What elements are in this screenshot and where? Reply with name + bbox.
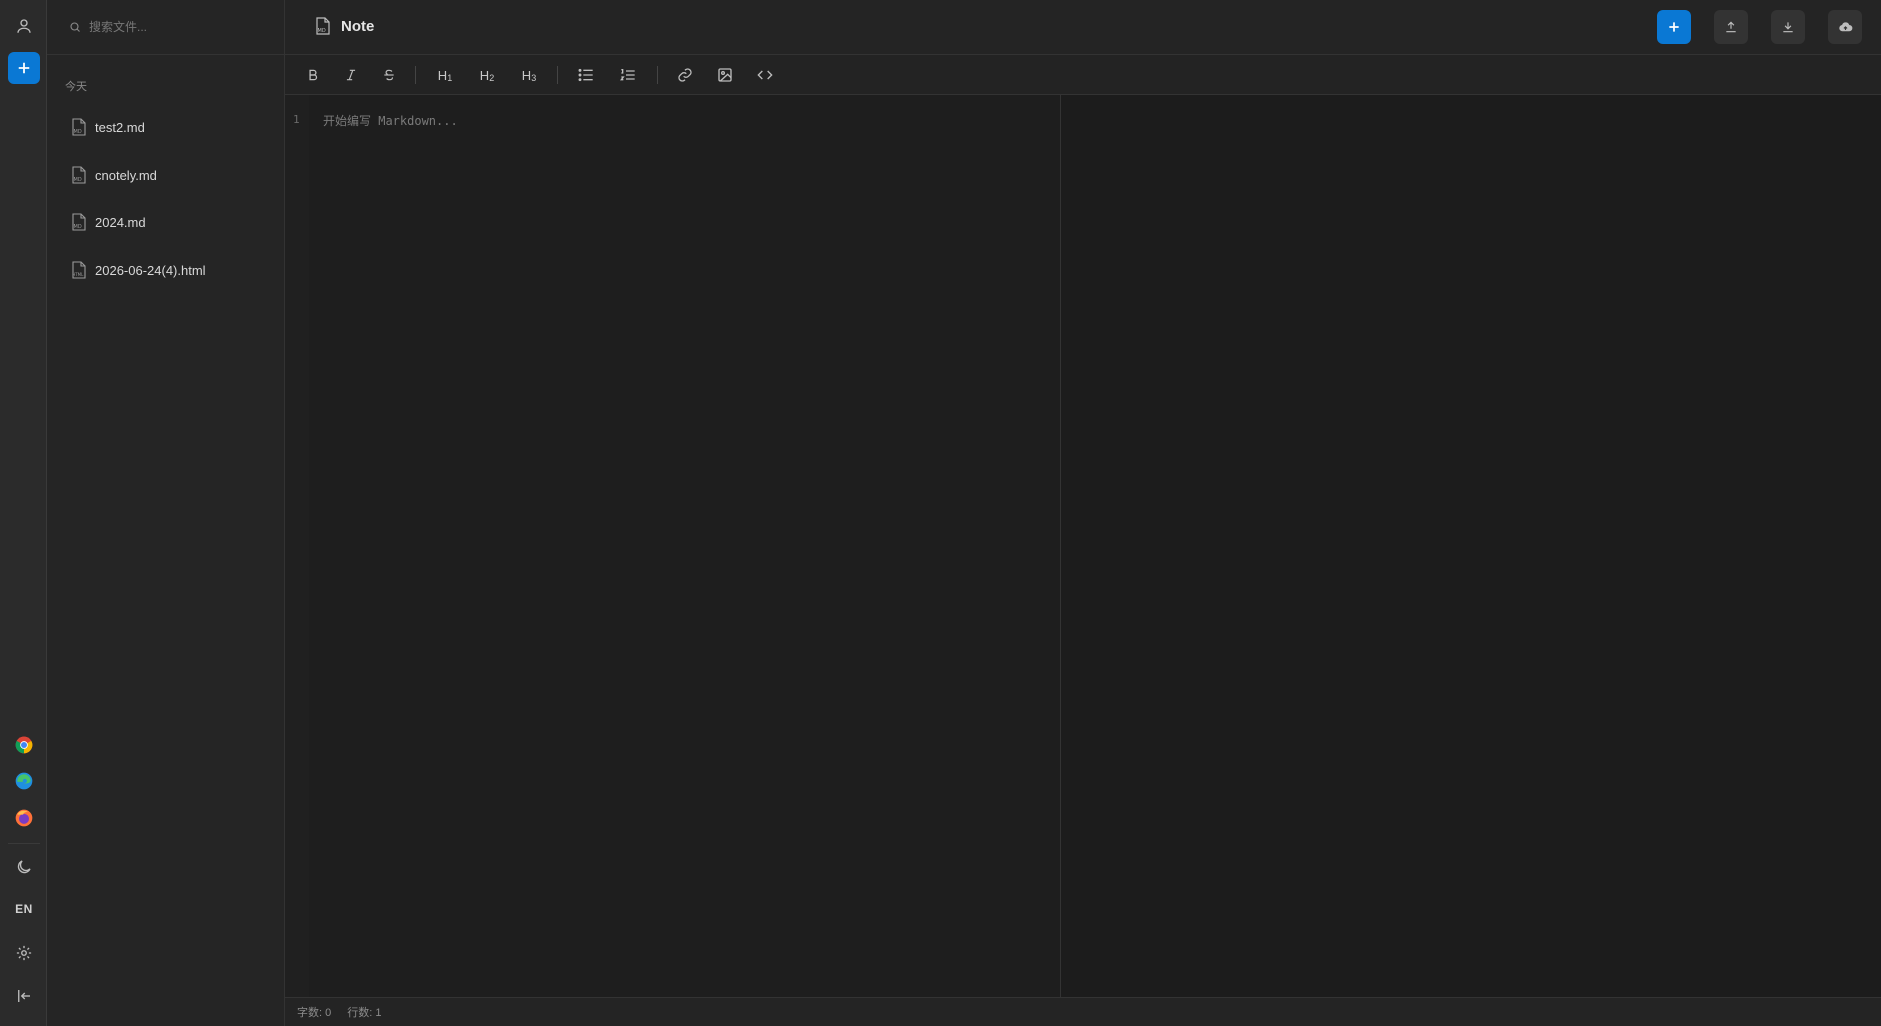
download-icon xyxy=(1781,20,1795,34)
file-name: cnotely.md xyxy=(95,167,157,183)
file-item[interactable]: MD test2.md xyxy=(65,110,275,144)
new-note-button[interactable] xyxy=(8,52,40,84)
logout-icon[interactable] xyxy=(8,980,40,1012)
language-label: EN xyxy=(15,902,33,916)
file-item[interactable]: HTML 2026-06-24(4).html xyxy=(65,253,275,287)
svg-text:MD: MD xyxy=(74,224,82,230)
italic-icon xyxy=(346,69,356,81)
chrome-icon[interactable] xyxy=(8,729,40,761)
markdown-file-icon: MD xyxy=(315,17,331,35)
bold-icon xyxy=(309,69,318,81)
code-button[interactable] xyxy=(751,61,779,89)
svg-text:MD: MD xyxy=(74,177,82,183)
bullet-list-icon xyxy=(578,68,593,82)
user-icon[interactable] xyxy=(8,10,40,42)
heading-2-button[interactable]: H2 xyxy=(473,61,501,89)
markdown-file-icon: MD xyxy=(71,118,87,136)
bullet-list-button[interactable] xyxy=(572,61,600,89)
heading-1-button[interactable]: H1 xyxy=(431,61,459,89)
document-title-area: MD Note xyxy=(315,17,374,35)
file-name: test2.md xyxy=(95,119,145,135)
italic-button[interactable] xyxy=(337,61,365,89)
image-button[interactable] xyxy=(711,61,739,89)
heading-2-label: H2 xyxy=(479,67,495,83)
language-toggle-button[interactable]: EN xyxy=(8,893,40,925)
download-button[interactable] xyxy=(1771,10,1805,44)
toolbar-divider xyxy=(415,66,416,84)
strikethrough-icon xyxy=(384,69,394,81)
line-number: 1 xyxy=(293,113,300,126)
toolbar-divider xyxy=(657,66,658,84)
add-button[interactable] xyxy=(1657,10,1691,44)
heading-3-button[interactable]: H3 xyxy=(515,61,543,89)
svg-text:MD: MD xyxy=(318,28,326,34)
strikethrough-button[interactable] xyxy=(375,61,403,89)
line-gutter: 1 xyxy=(285,95,309,997)
edge-icon[interactable] xyxy=(8,765,40,797)
link-button[interactable] xyxy=(671,61,699,89)
file-sidebar: 今天 MD test2.md MD cnotely.md MD 2024.md … xyxy=(47,0,285,1026)
firefox-icon[interactable] xyxy=(8,802,40,834)
bold-button[interactable] xyxy=(299,61,327,89)
link-icon xyxy=(678,68,692,82)
markdown-file-icon: MD xyxy=(71,166,87,184)
search-icon xyxy=(69,21,81,33)
editor-header: MD Note xyxy=(285,0,1881,55)
search-bar xyxy=(47,0,284,55)
svg-text:MD: MD xyxy=(74,129,82,135)
app-rail: EN xyxy=(0,0,47,1026)
cloud-sync-button[interactable] xyxy=(1828,10,1862,44)
image-icon xyxy=(718,68,732,82)
format-toolbar: H1 H2 H3 xyxy=(285,55,1881,95)
file-item[interactable]: MD 2024.md xyxy=(65,205,275,239)
page-title: Note xyxy=(341,17,375,35)
word-count: 字数: 0 xyxy=(297,1007,332,1019)
numbered-list-icon xyxy=(620,69,635,81)
html-file-icon: HTML xyxy=(71,261,87,279)
file-item[interactable]: MD cnotely.md xyxy=(65,158,275,192)
search-input[interactable] xyxy=(87,19,261,35)
toolbar-divider xyxy=(557,66,558,84)
file-name: 2024.md xyxy=(95,214,146,230)
heading-3-label: H3 xyxy=(521,67,537,83)
file-name: 2026-06-24(4).html xyxy=(95,262,206,278)
markdown-editor[interactable]: 1 开始编写 Markdown... xyxy=(285,95,1061,997)
svg-text:HTML: HTML xyxy=(72,272,84,277)
status-bar: 字数: 0 行数: 1 xyxy=(285,997,1881,1026)
line-count: 行数: 1 xyxy=(347,1007,382,1019)
numbered-list-button[interactable] xyxy=(614,61,642,89)
upload-icon xyxy=(1724,20,1738,34)
upload-button[interactable] xyxy=(1714,10,1748,44)
code-icon xyxy=(757,70,773,80)
rail-divider xyxy=(8,843,40,844)
markdown-file-icon: MD xyxy=(71,213,87,231)
cloud-upload-icon xyxy=(1838,20,1853,35)
editor-placeholder: 开始编写 Markdown... xyxy=(323,114,458,128)
heading-1-label: H1 xyxy=(437,67,453,83)
group-label-today: 今天 xyxy=(65,81,87,93)
moon-icon[interactable] xyxy=(8,851,40,883)
preview-pane xyxy=(1061,95,1881,997)
gear-icon[interactable] xyxy=(8,937,40,969)
